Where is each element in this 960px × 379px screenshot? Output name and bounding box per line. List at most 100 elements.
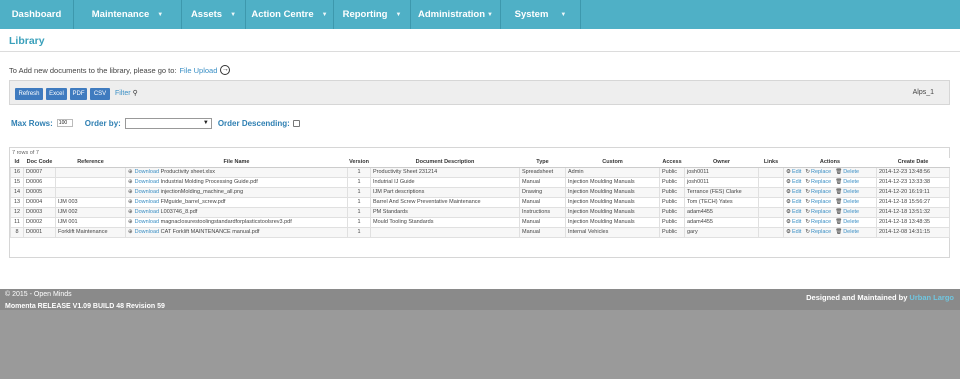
replace-link[interactable]: Replace bbox=[811, 229, 831, 235]
delete-link[interactable]: Delete bbox=[843, 209, 859, 215]
nav-dashboard[interactable]: Dashboard bbox=[0, 0, 74, 29]
download-icon[interactable]: ⊕ bbox=[128, 209, 133, 215]
download-icon[interactable]: ⊕ bbox=[128, 169, 133, 175]
download-link[interactable]: Download bbox=[135, 219, 159, 225]
edit-link[interactable]: Edit bbox=[792, 169, 801, 175]
arrow-right-circle-icon[interactable]: → bbox=[220, 65, 231, 75]
col-header-id[interactable]: Id bbox=[10, 158, 24, 168]
col-header-version[interactable]: Version bbox=[347, 158, 371, 168]
caret-down-icon: ▼ bbox=[321, 11, 328, 18]
table-options: Max Rows: 100 Order by: ▼ Order Descendi… bbox=[11, 117, 300, 129]
delete-link[interactable]: Delete bbox=[843, 219, 859, 225]
download-icon[interactable]: ⊕ bbox=[128, 229, 133, 235]
download-icon[interactable]: ⊕ bbox=[128, 179, 133, 185]
col-header-owner[interactable]: Owner bbox=[684, 158, 759, 168]
col-header-create-date[interactable]: Create Date bbox=[876, 158, 950, 168]
cell-owner: Terrance (FES) Clarke bbox=[684, 186, 759, 198]
order-by-select[interactable]: ▼ bbox=[124, 117, 212, 129]
search-icon: ⚲ bbox=[132, 90, 138, 97]
cell-description: Mould Tooling Standards bbox=[370, 216, 520, 228]
col-header-file-name[interactable]: File Name bbox=[125, 158, 348, 168]
edit-link[interactable]: Edit bbox=[792, 219, 801, 225]
replace-link[interactable]: Replace bbox=[811, 169, 831, 175]
cell-description bbox=[370, 226, 520, 238]
max-rows-input[interactable]: 100 bbox=[56, 119, 73, 127]
nav-label: Maintenance bbox=[91, 9, 150, 20]
caret-down-icon: ▼ bbox=[157, 11, 164, 18]
col-header-type[interactable]: Type bbox=[519, 158, 566, 168]
cell-owner: gary bbox=[684, 226, 759, 238]
download-icon[interactable]: ⊕ bbox=[128, 199, 133, 205]
cell-doc-code: D0005 bbox=[23, 186, 56, 198]
replace-icon: ↻ bbox=[805, 209, 811, 215]
edit-link[interactable]: Edit bbox=[792, 179, 801, 185]
trash-icon: 🗑 bbox=[835, 189, 843, 195]
file-upload-link[interactable]: File Upload bbox=[179, 66, 217, 75]
cell-id: 12 bbox=[10, 206, 24, 218]
nav-maintenance[interactable]: Maintenance ▼ bbox=[74, 0, 182, 29]
download-link[interactable]: Download bbox=[135, 189, 159, 195]
download-link[interactable]: Download bbox=[135, 169, 159, 175]
gear-icon: ⚙ bbox=[786, 189, 791, 195]
table-row: 15 D0006 ⊕ Download Industrial Molding Proc… bbox=[10, 176, 950, 188]
cell-type: Instructions bbox=[519, 206, 566, 218]
replace-link[interactable]: Replace bbox=[811, 179, 831, 185]
edit-link[interactable]: Edit bbox=[792, 209, 801, 215]
cell-version: 1 bbox=[347, 206, 371, 218]
col-header-reference[interactable]: Reference bbox=[55, 158, 126, 168]
replace-link[interactable]: Replace bbox=[811, 189, 831, 195]
replace-link[interactable]: Replace bbox=[811, 199, 831, 205]
replace-link[interactable]: Replace bbox=[811, 209, 831, 215]
cell-file-name: ⊕ Download FMguide_barrel_screw.pdf bbox=[125, 196, 348, 208]
delete-link[interactable]: Delete bbox=[843, 229, 859, 235]
delete-link[interactable]: Delete bbox=[843, 189, 859, 195]
order-descending-checkbox[interactable] bbox=[292, 119, 300, 127]
edit-link[interactable]: Edit bbox=[792, 229, 801, 235]
title-divider bbox=[0, 51, 960, 52]
excel-button[interactable]: Excel bbox=[46, 88, 67, 100]
col-header-access[interactable]: Access bbox=[659, 158, 685, 168]
filter-toggle[interactable]: Filter ⚲ bbox=[115, 88, 138, 100]
dropdown-arrow-icon: ▼ bbox=[202, 119, 209, 126]
col-header-custom[interactable]: Custom bbox=[565, 158, 660, 168]
csv-button[interactable]: CSV bbox=[90, 88, 110, 100]
table-row: 13 D0004 IJM 003 ⊕ Download FMguide_barrel_s… bbox=[10, 196, 950, 208]
download-link[interactable]: Download bbox=[135, 229, 159, 235]
col-header-links[interactable]: Links bbox=[758, 158, 784, 168]
cell-create-date: 2014-12-18 15:56:27 bbox=[876, 196, 950, 208]
download-link[interactable]: Download bbox=[135, 199, 159, 205]
caret-down-icon: ▼ bbox=[395, 11, 402, 18]
col-header-description[interactable]: Document Description bbox=[370, 158, 520, 168]
delete-link[interactable]: Delete bbox=[843, 179, 859, 185]
col-header-doc-code[interactable]: Doc Code bbox=[23, 158, 56, 168]
nav-action-centre[interactable]: Action Centre ▼ bbox=[246, 0, 334, 29]
cell-file-name: ⊕ Download CAT Forklift MAINTENANCE manua… bbox=[125, 226, 348, 238]
cell-access: Public bbox=[659, 176, 685, 188]
file-name-text: CAT Forklift MAINTENANCE manual.pdf bbox=[160, 229, 260, 235]
cell-description: Productivity Sheet 231214 bbox=[370, 166, 520, 178]
cell-type: Drawing bbox=[519, 186, 566, 198]
nav-reporting[interactable]: Reporting ▼ bbox=[334, 0, 411, 29]
gear-icon: ⚙ bbox=[786, 209, 791, 215]
cell-description: IJM Part descriptions bbox=[370, 186, 520, 198]
nav-assets[interactable]: Assets ▼ bbox=[182, 0, 246, 29]
refresh-button[interactable]: Refresh bbox=[15, 88, 43, 100]
nav-label: Dashboard bbox=[11, 9, 62, 20]
cell-id: 8 bbox=[10, 226, 24, 238]
trash-icon: 🗑 bbox=[835, 229, 843, 235]
download-link[interactable]: Download bbox=[135, 209, 159, 215]
nav-administration[interactable]: Administration ▼ bbox=[411, 0, 501, 29]
cell-custom: Admin bbox=[565, 166, 660, 178]
download-icon[interactable]: ⊕ bbox=[128, 219, 133, 225]
designer-link[interactable]: Urban Largo bbox=[909, 293, 954, 302]
edit-link[interactable]: Edit bbox=[792, 199, 801, 205]
delete-link[interactable]: Delete bbox=[843, 169, 859, 175]
cell-actions: ⚙Edit ↻Replace 🗑Delete bbox=[783, 176, 877, 188]
replace-link[interactable]: Replace bbox=[811, 219, 831, 225]
download-link[interactable]: Download bbox=[135, 179, 159, 185]
pdf-button[interactable]: PDF bbox=[70, 88, 87, 100]
nav-system[interactable]: System ▼ bbox=[501, 0, 581, 29]
edit-link[interactable]: Edit bbox=[792, 189, 801, 195]
delete-link[interactable]: Delete bbox=[843, 199, 859, 205]
download-icon[interactable]: ⊕ bbox=[128, 189, 133, 195]
